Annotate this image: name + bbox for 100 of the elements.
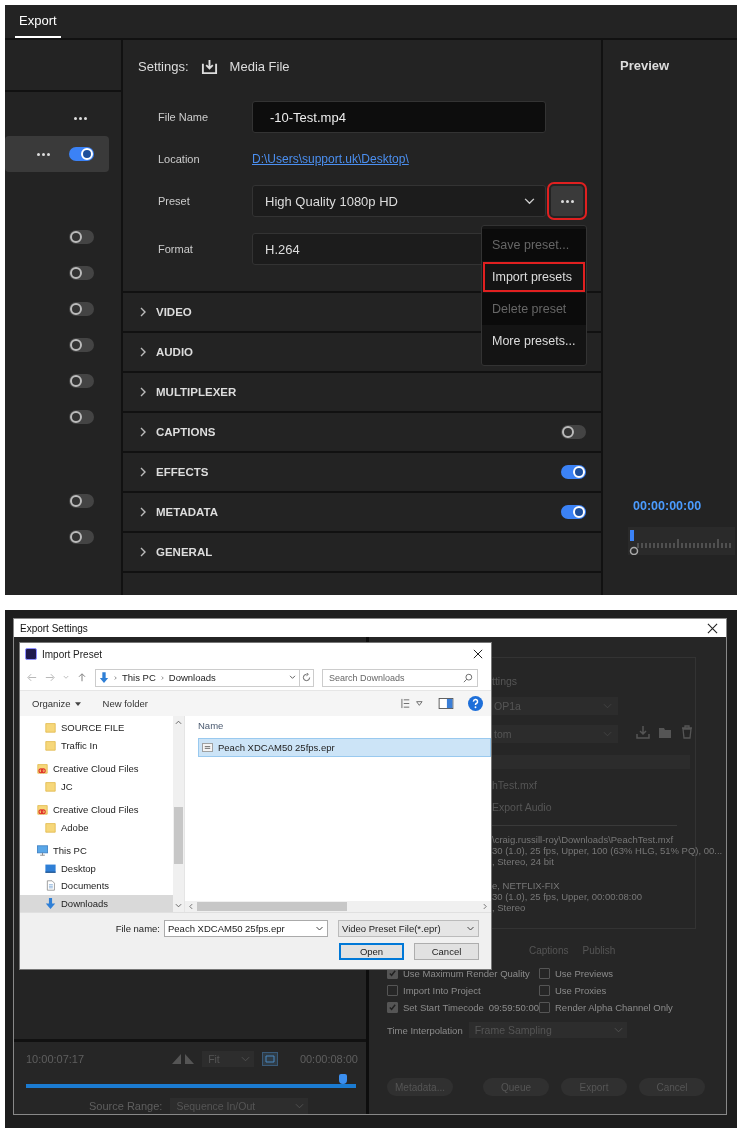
section-header[interactable]: VIDEO	[140, 306, 192, 318]
checkbox[interactable]	[387, 985, 398, 996]
up-arrow-icon[interactable]	[77, 673, 87, 682]
section-header[interactable]: GENERAL	[140, 546, 213, 558]
checkbox[interactable]	[539, 968, 550, 979]
breadcrumb[interactable]: This PC	[122, 672, 156, 683]
preview-title: Preview	[620, 58, 671, 73]
section-header[interactable]: EFFECTS	[140, 466, 209, 478]
save-preset-icon[interactable]	[636, 725, 650, 739]
navigation-item[interactable]: Desktop	[20, 859, 173, 877]
open-button[interactable]: Open	[339, 943, 404, 960]
cancel-button[interactable]: Cancel	[414, 943, 479, 960]
toggle-switch[interactable]	[69, 147, 94, 161]
scrollbar[interactable]	[173, 716, 184, 912]
location-link[interactable]: D:\Users\support.uk\Desktop\	[252, 152, 409, 166]
section-header[interactable]: MULTIPLEXER	[140, 386, 237, 398]
navigation-item[interactable]: Adobe	[20, 818, 173, 836]
chevron-right-icon	[140, 307, 146, 317]
computer-icon	[37, 845, 48, 857]
preview-pane-icon[interactable]	[438, 698, 454, 709]
option-label: Render Alpha Channel Only	[555, 1002, 673, 1013]
checkbox[interactable]	[387, 1002, 398, 1013]
crop-icon[interactable]	[262, 1052, 279, 1066]
breadcrumb[interactable]: Downloads	[168, 672, 216, 683]
comments-field[interactable]	[492, 755, 690, 769]
navigation-item[interactable]: This PC	[20, 842, 173, 860]
toggle-switch[interactable]	[69, 374, 94, 388]
toggle-switch[interactable]	[69, 530, 94, 544]
navigation-item[interactable]: SOURCE FILE	[20, 719, 173, 737]
toggle-switch[interactable]	[69, 230, 94, 244]
toggle-switch[interactable]	[69, 266, 94, 280]
section-header[interactable]: AUDIO	[140, 346, 194, 358]
preset-file-icon	[202, 743, 213, 752]
search-field[interactable]: Search Downloads	[322, 668, 478, 687]
navigation-item[interactable]: JC	[20, 777, 173, 795]
file-name-field[interactable]: -10-Test.mp4	[252, 101, 546, 133]
section-header[interactable]: METADATA	[140, 506, 218, 518]
settings-label: Settings:	[138, 58, 189, 74]
breadcrumb-separator-icon	[114, 674, 117, 681]
chevron-down-icon[interactable]	[289, 675, 296, 680]
column-header[interactable]: Name	[198, 720, 491, 731]
dialog-title: Import Preset	[42, 648, 103, 660]
file-type-dropdown[interactable]: Video Preset File(*.epr)	[338, 920, 479, 937]
section-header[interactable]: CAPTIONS	[140, 426, 216, 438]
scrollbar-thumb[interactable]	[174, 807, 183, 864]
help-icon[interactable]	[468, 696, 483, 711]
organize-button[interactable]: Organize	[32, 698, 71, 709]
view-options-icon[interactable]	[400, 698, 424, 709]
navigation-item[interactable]: Traffic In	[20, 736, 173, 754]
checkbox[interactable]	[539, 1002, 550, 1013]
toggle-switch[interactable]	[561, 465, 586, 479]
toggle-switch[interactable]	[561, 505, 586, 519]
navigation-item[interactable]: Creative Cloud Files	[20, 760, 173, 778]
toggle-switch[interactable]	[561, 425, 586, 439]
chevron-down-icon	[524, 197, 535, 205]
toggle-switch[interactable]	[69, 410, 94, 424]
navigation-item[interactable]: Documents	[20, 877, 173, 895]
folder-icon	[45, 780, 56, 792]
file-name-combobox[interactable]: Peach XDCAM50 25fps.epr	[164, 920, 328, 937]
timeline-ruler-drawing[interactable]	[628, 527, 735, 555]
in-out-markers-icon[interactable]	[172, 1054, 195, 1064]
horizontal-scrollbar[interactable]	[185, 901, 491, 912]
toggle-switch[interactable]	[69, 338, 94, 352]
forward-arrow-icon[interactable]	[45, 673, 55, 682]
more-icon[interactable]	[37, 152, 50, 156]
menu-item[interactable]: More presets...	[482, 325, 586, 357]
field-label: Format	[158, 243, 194, 255]
more-icon[interactable]	[74, 116, 87, 120]
close-icon[interactable]	[707, 622, 718, 634]
download-arrow-icon	[99, 671, 109, 684]
scroll-down-icon[interactable]	[175, 903, 182, 908]
back-arrow-icon[interactable]	[27, 673, 37, 682]
dropdown[interactable]: High Quality 1080p HD	[252, 185, 546, 217]
folder-icon[interactable]	[658, 725, 672, 739]
scroll-up-icon[interactable]	[175, 720, 182, 725]
start-timecode-value[interactable]: 09:59:50:00	[488, 1002, 539, 1013]
playhead[interactable]	[338, 1074, 347, 1084]
refresh-icon	[302, 673, 311, 682]
address-bar[interactable]: This PC Downloads	[95, 668, 300, 687]
export-tab[interactable]: Export	[15, 5, 61, 38]
file-row[interactable]: Peach XDCAM50 25fps.epr	[198, 738, 491, 757]
toggle-switch[interactable]	[69, 302, 94, 316]
selected-target-row[interactable]	[5, 136, 109, 172]
summary-line: \craig.russill-roy\Downloads\PeachTest.mxf	[492, 834, 674, 845]
scroll-left-icon[interactable]	[189, 903, 193, 910]
trash-icon[interactable]	[680, 725, 694, 739]
caret-icon[interactable]	[74, 701, 81, 706]
chevron-right-icon	[140, 507, 146, 517]
refresh-button[interactable]	[299, 668, 314, 687]
navigation-item[interactable]: Downloads	[20, 894, 173, 912]
checkbox[interactable]	[539, 985, 550, 996]
navigation-item[interactable]: Creative Cloud Files	[20, 801, 173, 819]
scroll-right-icon[interactable]	[483, 903, 487, 910]
toggle-switch[interactable]	[69, 494, 94, 508]
scrollbar-thumb[interactable]	[197, 902, 347, 911]
duration: 00:00:08:00	[299, 1053, 358, 1065]
new-folder-button[interactable]: New folder	[102, 698, 148, 709]
field-label: File Name	[158, 111, 210, 123]
close-icon[interactable]	[473, 649, 483, 659]
option-label: Use Maximum Render Quality	[403, 968, 530, 979]
